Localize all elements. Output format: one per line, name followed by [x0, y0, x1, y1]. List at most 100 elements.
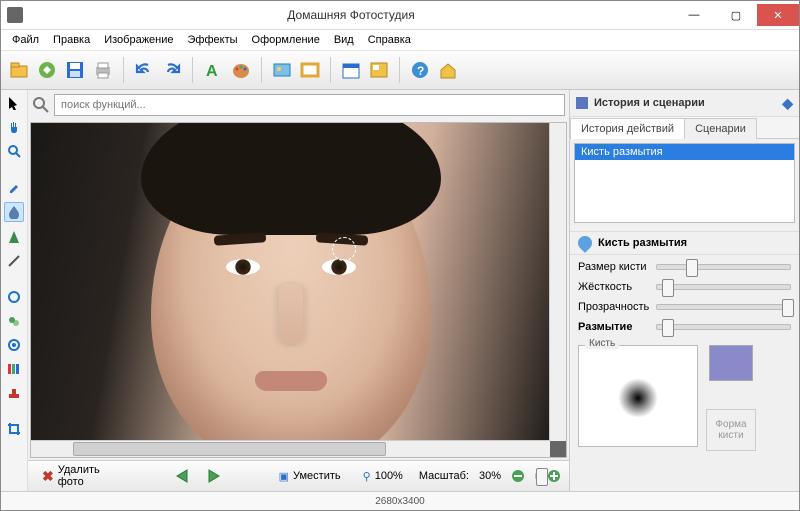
print-icon[interactable]: [91, 58, 115, 82]
brush-shape-label: Форма кисти: [707, 419, 755, 441]
help-icon[interactable]: ?: [408, 58, 432, 82]
dodge-tool-icon[interactable]: [5, 288, 23, 306]
line-tool-icon[interactable]: [5, 252, 23, 270]
brush-preview: Кисть: [578, 345, 698, 447]
photo-face: [151, 129, 431, 458]
history-item[interactable]: Кисть размытия: [575, 144, 794, 160]
fit-button[interactable]: ▣ Уместить: [273, 468, 347, 485]
menu-file[interactable]: Файл: [5, 32, 46, 48]
brush-preview-label: Кисть: [585, 338, 619, 349]
search-icon: [32, 96, 50, 114]
pointer-tool-icon[interactable]: [5, 94, 23, 112]
app-icon: [7, 7, 23, 23]
home-icon[interactable]: [436, 58, 460, 82]
palette-icon[interactable]: [229, 58, 253, 82]
slider-blur: Размытие: [578, 321, 791, 333]
app-window: Домашняя Фотостудия — ▢ ✕ Файл Правка Из…: [0, 0, 800, 511]
window-controls: — ▢ ✕: [673, 4, 799, 26]
collage-icon[interactable]: [367, 58, 391, 82]
svg-text:?: ?: [417, 64, 424, 78]
maximize-button[interactable]: ▢: [715, 4, 757, 26]
zoom-100-icon: ⚲: [363, 470, 371, 483]
next-button[interactable]: [203, 468, 223, 484]
scale-value: 30%: [479, 470, 501, 482]
close-button[interactable]: ✕: [757, 4, 799, 26]
prev-button[interactable]: [173, 468, 193, 484]
history-tabs: История действий Сценарии: [570, 117, 799, 139]
history-panel-header: История и сценарии ◆: [570, 90, 799, 117]
search-row: [28, 90, 569, 120]
hand-tool-icon[interactable]: [5, 118, 23, 136]
frame-icon[interactable]: [298, 58, 322, 82]
brush-preview-row: Кисть Форма кисти: [578, 345, 791, 451]
delete-icon: ✖: [42, 468, 54, 485]
zoom-slider[interactable]: [535, 473, 537, 479]
slider-blur-label: Размытие: [578, 321, 650, 333]
sharpen-tool-icon[interactable]: [5, 228, 23, 246]
history-icon: [576, 97, 588, 109]
clone-tool-icon[interactable]: [5, 312, 23, 330]
zoom-tool-icon[interactable]: [5, 142, 23, 160]
search-input[interactable]: [54, 94, 565, 116]
main-body: ✖ Удалить фото ▣ Уместить ⚲ 100% Масштаб…: [1, 90, 799, 491]
wizard-icon[interactable]: [35, 58, 59, 82]
brush-tool-icon[interactable]: [5, 178, 23, 196]
slider-hardness-track[interactable]: [656, 284, 791, 290]
redo-icon[interactable]: [160, 58, 184, 82]
slider-opacity: Прозрачность: [578, 301, 791, 313]
delete-photo-button[interactable]: ✖ Удалить фото: [36, 462, 123, 490]
slider-size-track[interactable]: [656, 264, 791, 270]
zoom-100-button[interactable]: ⚲ 100%: [357, 468, 409, 485]
fit-icon: ▣: [279, 470, 289, 483]
vertical-scrollbar[interactable]: [549, 123, 566, 441]
menu-effects[interactable]: Эффекты: [181, 32, 245, 48]
slider-blur-track[interactable]: [656, 324, 791, 330]
save-icon[interactable]: [63, 58, 87, 82]
text-icon[interactable]: A: [201, 58, 225, 82]
zoom-100-label: 100%: [375, 470, 403, 482]
tool-strip: [1, 90, 28, 491]
scale-label: Масштаб:: [419, 470, 469, 482]
history-title: История и сценарии: [594, 97, 705, 109]
menu-design[interactable]: Оформление: [245, 32, 327, 48]
tab-scenarios[interactable]: Сценарии: [684, 118, 757, 139]
color-swatch[interactable]: [709, 345, 753, 381]
svg-text:A: A: [206, 63, 218, 80]
slider-opacity-track[interactable]: [656, 304, 791, 310]
zoom-out-button[interactable]: [511, 469, 525, 483]
crop-tool-icon[interactable]: [5, 420, 23, 438]
swatch-column: Форма кисти: [706, 345, 756, 451]
brush-panel-header: Кисть размытия: [570, 231, 799, 255]
brush-dot-icon: [618, 378, 658, 418]
menu-edit[interactable]: Правка: [46, 32, 97, 48]
title-bar: Домашняя Фотостудия — ▢ ✕: [1, 1, 799, 30]
menu-bar: Файл Правка Изображение Эффекты Оформлен…: [1, 30, 799, 51]
minimize-button[interactable]: —: [673, 4, 715, 26]
blur-brush-icon: [575, 233, 595, 253]
canvas-area: [30, 122, 567, 458]
brush-shape-button[interactable]: Форма кисти: [706, 409, 756, 451]
menu-view[interactable]: Вид: [327, 32, 361, 48]
open-icon[interactable]: [7, 58, 31, 82]
calendar-icon[interactable]: [339, 58, 363, 82]
zoom-in-button[interactable]: [547, 469, 561, 483]
menu-help[interactable]: Справка: [361, 32, 418, 48]
gradient-tool-icon[interactable]: [5, 360, 23, 378]
menu-image[interactable]: Изображение: [97, 32, 180, 48]
effects-icon[interactable]: [270, 58, 294, 82]
undo-icon[interactable]: [132, 58, 156, 82]
horizontal-scrollbar[interactable]: [31, 440, 550, 457]
tab-history[interactable]: История действий: [570, 118, 685, 139]
stamp-tool-icon[interactable]: [5, 384, 23, 402]
history-list[interactable]: Кисть размытия: [574, 143, 795, 223]
status-bar: 2680x3400: [1, 491, 799, 510]
slider-size: Размер кисти: [578, 261, 791, 273]
status-dimensions: 2680x3400: [375, 496, 425, 507]
image-canvas[interactable]: [31, 123, 550, 441]
slider-hardness: Жёсткость: [578, 281, 791, 293]
blur-tool-icon[interactable]: [4, 202, 24, 222]
window-title: Домашняя Фотостудия: [29, 8, 673, 22]
brush-panel-title: Кисть размытия: [598, 237, 687, 249]
swirl-tool-icon[interactable]: [5, 336, 23, 354]
collapse-icon[interactable]: ◆: [782, 95, 793, 112]
